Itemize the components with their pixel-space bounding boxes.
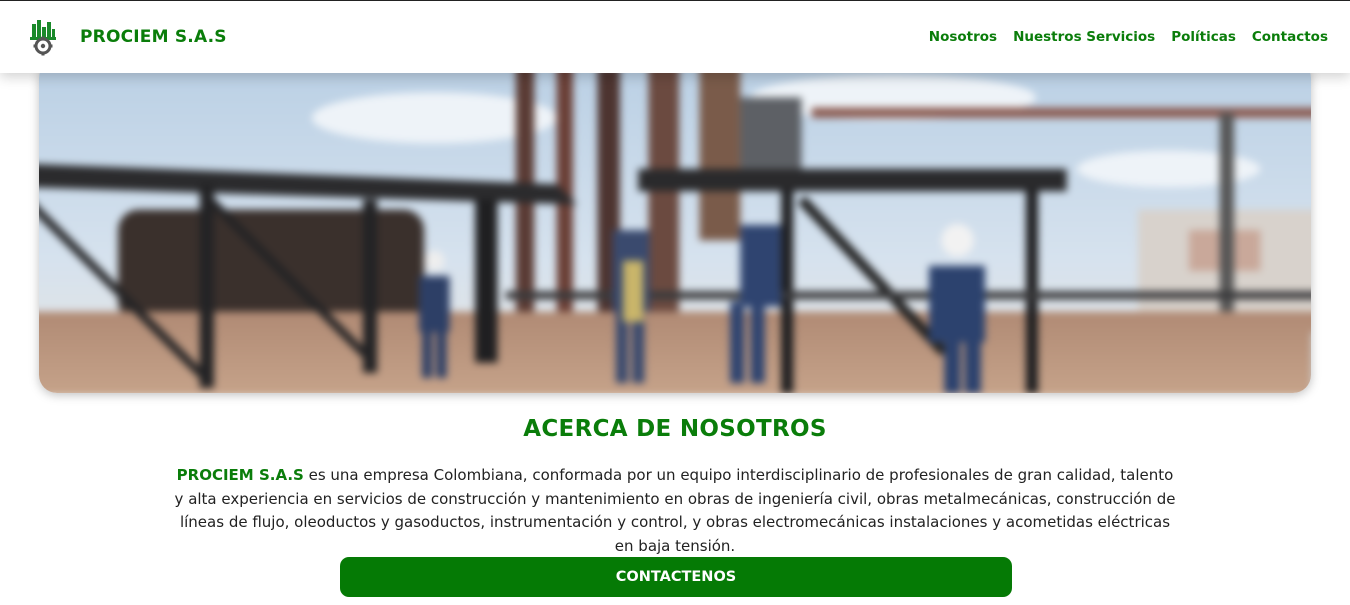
industrial-construction-workers-photo <box>39 60 1311 393</box>
brand-link[interactable]: PROCIEM S.A.S <box>28 18 227 56</box>
nav-politicas[interactable]: Políticas <box>1171 29 1236 45</box>
contact-us-button[interactable]: CONTACTENOS <box>340 557 1012 597</box>
nav-nuestros-servicios[interactable]: Nuestros Servicios <box>1013 29 1155 45</box>
about-section: ACERCA DE NOSOTROS PROCIEM S.A.S es una … <box>0 416 1350 558</box>
about-title: ACERCA DE NOSOTROS <box>523 416 827 442</box>
main-nav: Nosotros Nuestros Servicios Políticas Co… <box>929 29 1328 45</box>
brand-name: PROCIEM S.A.S <box>80 27 227 47</box>
about-body-text: es una empresa Colombiana, conformada po… <box>174 466 1176 555</box>
about-description: PROCIEM S.A.S es una empresa Colombiana,… <box>170 464 1180 558</box>
factory-gear-logo-icon <box>30 20 56 56</box>
top-navbar: PROCIEM S.A.S Nosotros Nuestros Servicio… <box>0 0 1350 73</box>
hero-image <box>39 60 1311 393</box>
nav-nosotros[interactable]: Nosotros <box>929 29 997 45</box>
company-name-highlight: PROCIEM S.A.S <box>176 466 304 484</box>
nav-contactos[interactable]: Contactos <box>1252 29 1328 45</box>
